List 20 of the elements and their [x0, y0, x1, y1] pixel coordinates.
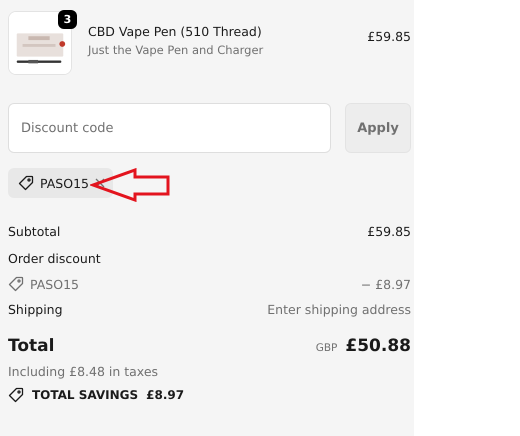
summary-label: Subtotal [8, 224, 60, 238]
discount-amount: − £8.97 [360, 276, 411, 292]
quantity-badge: 3 [58, 10, 77, 28]
product-price: £59.85 [367, 29, 411, 44]
shipping-note: Enter shipping address [267, 302, 411, 316]
total-label: Total [8, 336, 54, 356]
summary-label: Shipping [8, 302, 63, 316]
currency-code: GBP [316, 342, 338, 354]
product-variant: Just the Vape Pen and Charger [88, 43, 264, 57]
apply-button[interactable]: Apply [345, 103, 411, 153]
discount-code: PASO15 [30, 276, 79, 292]
discount-code: PASO15 [40, 176, 89, 190]
tax-note: Including £8.48 in taxes [8, 364, 160, 379]
summary-label: Order discount [8, 250, 101, 266]
discount-code-field[interactable]: Discount code [8, 103, 331, 153]
summary-value: £59.85 [367, 224, 411, 238]
savings-label: TOTAL SAVINGS [32, 388, 138, 402]
total-amount: £50.88 [345, 336, 411, 356]
savings-amount: £8.97 [146, 388, 184, 402]
product-title: CBD Vape Pen (510 Thread) [88, 24, 263, 39]
